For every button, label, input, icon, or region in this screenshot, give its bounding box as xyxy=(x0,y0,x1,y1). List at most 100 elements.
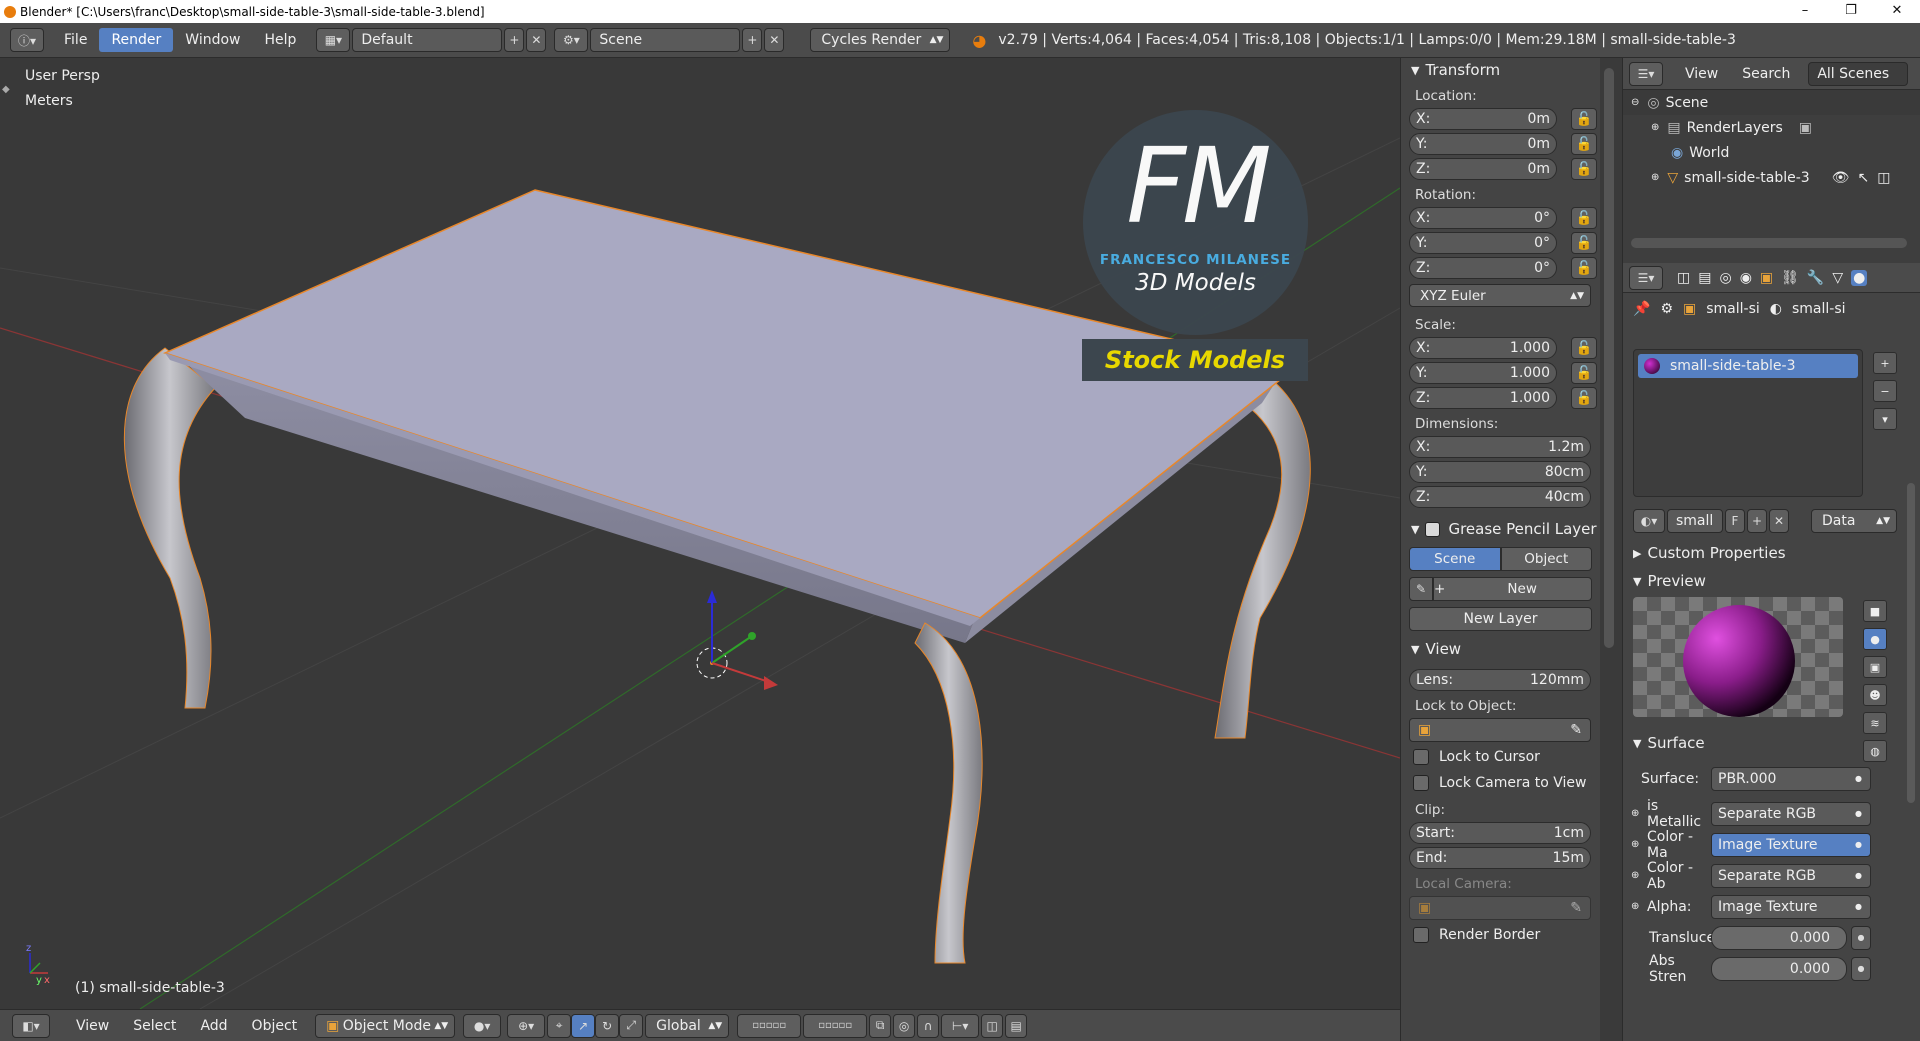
menu-window[interactable]: Window xyxy=(173,28,252,52)
lock-scale-x[interactable]: 🔓 xyxy=(1571,336,1597,359)
rotation-mode-dropdown[interactable]: XYZ Euler ▲▼ xyxy=(1409,284,1591,307)
clip-end-field[interactable]: End: 15m xyxy=(1409,846,1591,869)
scale-toggle[interactable]: ⤢ xyxy=(619,1013,644,1038)
snap-toggle[interactable]: ∩ xyxy=(917,1013,940,1038)
tab-scene[interactable]: Scene xyxy=(1409,547,1501,571)
layers-grid-a[interactable]: ▫▫▫▫▫ xyxy=(737,1013,802,1038)
opengl-render-button[interactable]: ◫ xyxy=(981,1013,1004,1038)
location-x-field[interactable]: X: 0m xyxy=(1409,107,1557,130)
preview-flat-button[interactable]: ■ xyxy=(1863,600,1887,622)
outliner-display-mode[interactable]: All Scenes xyxy=(1808,61,1909,86)
abs-strength-link-button[interactable]: ● xyxy=(1851,956,1871,981)
new-grease-pencil-button[interactable]: + New xyxy=(1433,577,1592,601)
layout-name-field[interactable]: Default xyxy=(352,28,503,52)
editor-type-properties-button[interactable]: ☰▾ xyxy=(1629,265,1663,290)
new-material-button[interactable]: + xyxy=(1747,509,1767,533)
menu-add[interactable]: Add xyxy=(188,1014,239,1038)
lock-rotation-z[interactable]: 🔓 xyxy=(1571,256,1597,279)
pivot-dropdown[interactable]: ⊕▾ xyxy=(507,1013,546,1038)
material-tab-icon[interactable]: ● xyxy=(1851,269,1868,286)
remove-slot-button[interactable]: − xyxy=(1873,380,1897,402)
input-color-ma-dropdown[interactable]: Image Texture ● xyxy=(1711,832,1871,857)
rotation-y-field[interactable]: Y: 0° xyxy=(1409,231,1557,254)
object-tab-icon[interactable]: ▣ xyxy=(1760,270,1773,286)
scene-tab-icon[interactable]: ◎ xyxy=(1719,270,1731,286)
editor-type-3dview-button[interactable]: ◧▾ xyxy=(12,1013,50,1038)
translate-toggle[interactable]: ↗ xyxy=(571,1013,596,1038)
render-border-checkbox[interactable] xyxy=(1413,927,1429,943)
custom-properties-header[interactable]: ▶ Custom Properties xyxy=(1623,541,1903,565)
scale-z-field[interactable]: Z: 1.000 xyxy=(1409,386,1557,409)
transform-panel-header[interactable]: ▼ Transform xyxy=(1401,58,1600,82)
render-tab-icon[interactable]: ◫ xyxy=(1677,270,1690,286)
close-button[interactable]: ✕ xyxy=(1874,0,1920,23)
lock-to-cursor-checkbox[interactable] xyxy=(1413,749,1429,765)
location-z-field[interactable]: Z: 0m xyxy=(1409,157,1557,180)
lens-field[interactable]: Lens: 120mm xyxy=(1409,668,1591,691)
grease-pencil-panel-header[interactable]: ▼ Grease Pencil Layer xyxy=(1401,517,1600,541)
manipulator-toggle[interactable]: ⌖ xyxy=(547,1013,572,1038)
add-layout-button[interactable]: + xyxy=(504,28,525,52)
preview-cube-button[interactable]: ▣ xyxy=(1863,656,1887,678)
grease-pencil-checkbox[interactable] xyxy=(1425,521,1441,537)
collapse-icon[interactable]: ⊖ xyxy=(1631,97,1639,108)
lock-to-cursor-row[interactable]: Lock to Cursor xyxy=(1401,744,1600,770)
minimize-button[interactable]: – xyxy=(1782,0,1828,23)
object-mode-dropdown[interactable]: ▣ Object Mode ▲▼ xyxy=(315,1013,456,1038)
cursor-icon[interactable]: ↖ xyxy=(1857,170,1869,186)
lock-scale-z[interactable]: 🔓 xyxy=(1571,386,1597,409)
snap-element-dropdown[interactable]: ⊢▾ xyxy=(941,1013,980,1038)
3d-viewport[interactable]: z x y User Persp Meters (1) small-side-t… xyxy=(0,58,1400,1009)
maximize-button[interactable]: ❐ xyxy=(1828,0,1874,23)
scene-icon-button[interactable]: ⚙▾ xyxy=(554,28,589,52)
view-panel-header[interactable]: ▼ View xyxy=(1401,637,1600,661)
preview-header[interactable]: ▼ Preview xyxy=(1623,569,1903,593)
dimension-z-field[interactable]: Z: 40cm xyxy=(1409,485,1591,508)
rotate-toggle[interactable]: ↻ xyxy=(595,1013,620,1038)
renderlayers-tab-icon[interactable]: ▤ xyxy=(1698,270,1711,286)
local-camera-field[interactable]: ▣ ✎ xyxy=(1409,896,1591,920)
menu-help[interactable]: Help xyxy=(252,28,308,52)
outliner-item-renderlayers[interactable]: ⊕ ▤ RenderLayers ▣ xyxy=(1623,115,1920,140)
rotation-x-field[interactable]: X: 0° xyxy=(1409,206,1557,229)
outliner-hscrollbar[interactable] xyxy=(1631,238,1907,248)
expand-icon[interactable]: ⊕ xyxy=(1651,122,1659,133)
expand-input-icon[interactable]: ⊕ xyxy=(1623,901,1643,912)
shading-dropdown[interactable]: ●▾ xyxy=(463,1013,502,1038)
outliner-menu-view[interactable]: View xyxy=(1673,62,1730,86)
remove-scene-button[interactable]: ✕ xyxy=(764,28,785,52)
outliner-item-object[interactable]: ⊕ ▽ small-side-table-3 👁 ↖ ◫ xyxy=(1623,165,1920,190)
menu-file[interactable]: File xyxy=(52,28,99,52)
lock-location-z[interactable]: 🔓 xyxy=(1571,157,1597,180)
modifiers-tab-icon[interactable]: 🔧 xyxy=(1807,270,1824,286)
scene-name-field[interactable]: Scene xyxy=(590,28,741,52)
properties-scrollbar[interactable] xyxy=(1907,483,1915,803)
input-is-metallic-dropdown[interactable]: Separate RGB ● xyxy=(1711,801,1871,826)
lock-rotation-y[interactable]: 🔓 xyxy=(1571,231,1597,254)
remove-layout-button[interactable]: ✕ xyxy=(526,28,547,52)
unlink-material-button[interactable]: ✕ xyxy=(1769,509,1789,533)
eyedropper-icon[interactable]: ✎ xyxy=(1570,722,1582,738)
pin-icon[interactable]: 📌 xyxy=(1633,301,1650,317)
slot-specials-button[interactable]: ▾ xyxy=(1873,408,1897,430)
opengl-anim-button[interactable]: ▤ xyxy=(1005,1013,1028,1038)
expand-input-icon[interactable]: ⊕ xyxy=(1623,839,1643,850)
location-y-field[interactable]: Y: 0m xyxy=(1409,132,1557,155)
lock-location-x[interactable]: 🔓 xyxy=(1571,107,1597,130)
outliner-item-world[interactable]: ◉ World xyxy=(1623,140,1920,165)
expand-icon[interactable]: ⊕ xyxy=(1651,172,1659,183)
editor-type-outliner-button[interactable]: ☰▾ xyxy=(1629,61,1663,86)
lock-layers-button[interactable]: ⧉ xyxy=(869,1013,892,1038)
proportional-edit-button[interactable]: ◎ xyxy=(893,1013,916,1038)
layers-grid-b[interactable]: ▫▫▫▫▫ xyxy=(803,1013,868,1038)
translucence-slider[interactable]: 0.000 xyxy=(1711,925,1847,950)
scale-x-field[interactable]: X: 1.000 xyxy=(1409,336,1557,359)
tab-object[interactable]: Object xyxy=(1500,547,1592,571)
fake-user-button[interactable]: F xyxy=(1725,509,1745,533)
material-name-field[interactable]: small xyxy=(1667,509,1723,533)
menu-select[interactable]: Select xyxy=(121,1014,188,1038)
lock-object-field[interactable]: ▣ ✎ xyxy=(1409,718,1591,742)
menu-render[interactable]: Render xyxy=(99,28,174,52)
render-icon[interactable]: ▣ xyxy=(1799,120,1812,136)
material-slot-item[interactable]: small-side-table-3 xyxy=(1638,354,1858,378)
